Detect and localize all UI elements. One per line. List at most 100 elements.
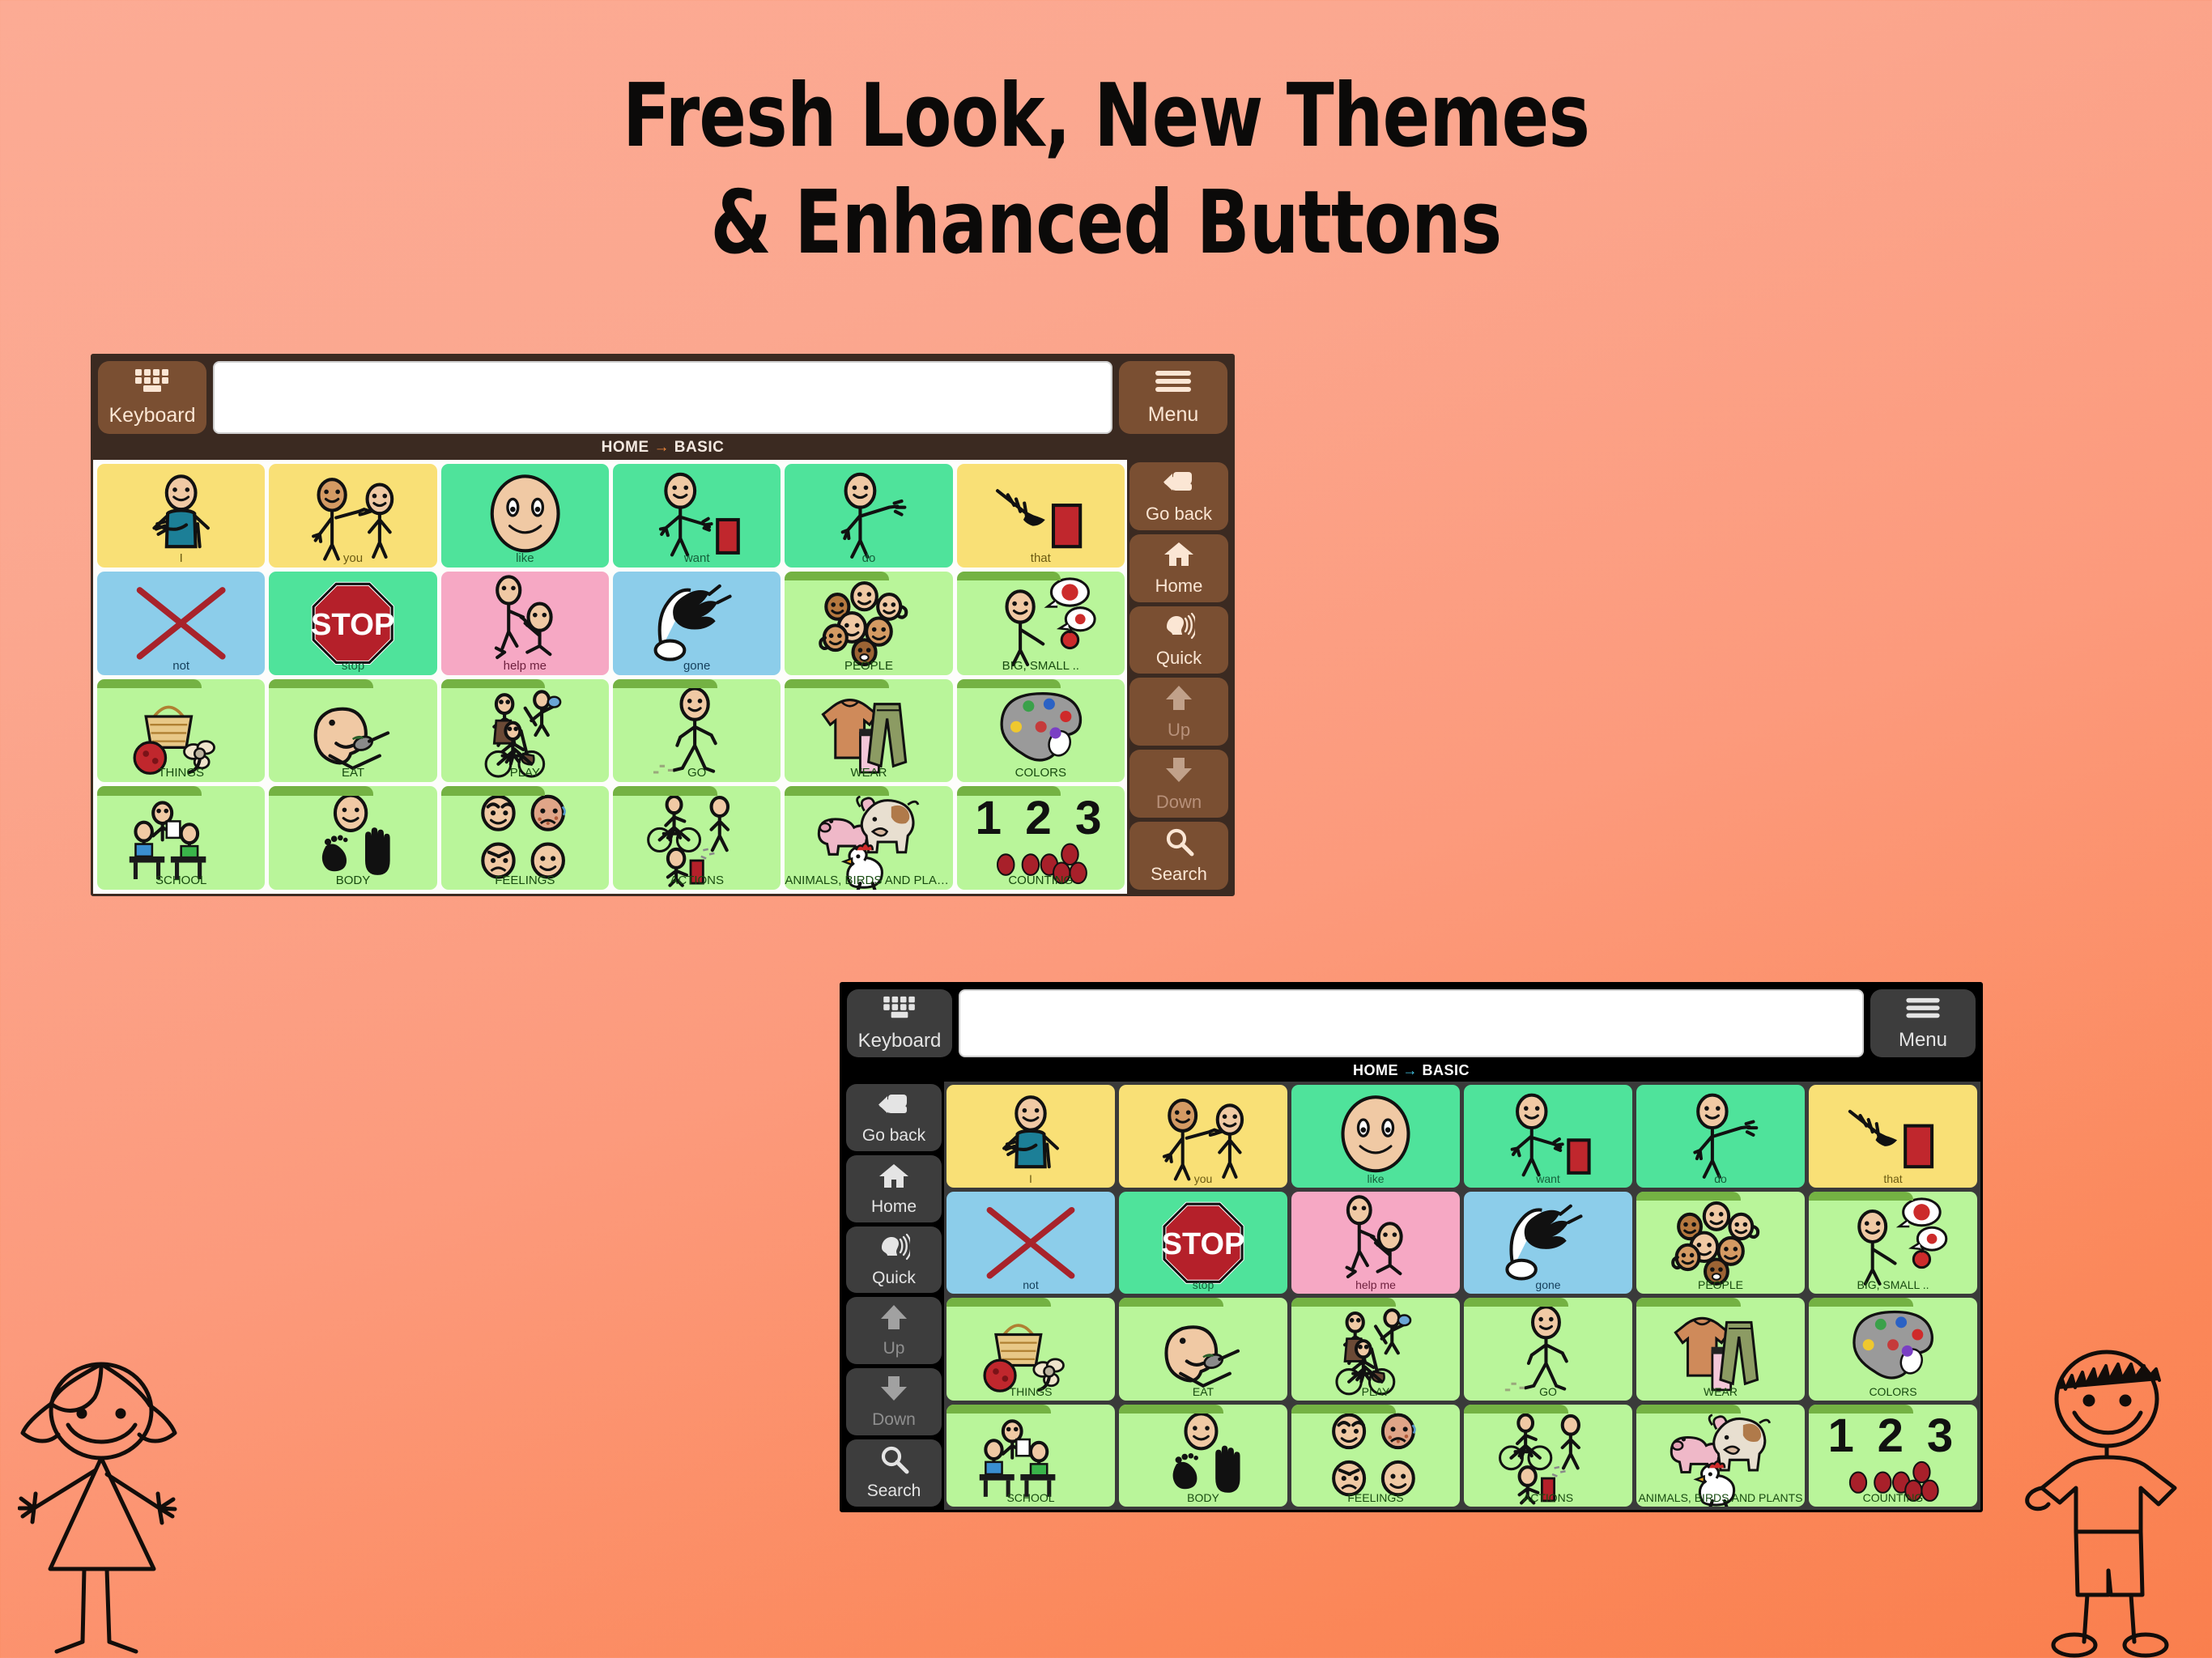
symbol-button[interactable]: that bbox=[956, 464, 1125, 568]
nav-button-home[interactable]: Home bbox=[1129, 534, 1228, 602]
symbol-button[interactable]: want bbox=[1464, 1085, 1632, 1188]
symbol-button-label: WEAR bbox=[1704, 1384, 1738, 1398]
nav-button-label: Home bbox=[1155, 576, 1203, 597]
symbol-button[interactable]: PEOPLE bbox=[785, 571, 953, 675]
breadcrumb-from: HOME bbox=[1352, 1062, 1398, 1078]
symbol-button[interactable]: COLORS bbox=[956, 678, 1125, 783]
symbol-button[interactable]: that bbox=[1809, 1085, 1977, 1188]
symbol-button[interactable]: ACTIONS bbox=[612, 786, 781, 890]
symbol-button[interactable]: PLAY bbox=[440, 678, 609, 783]
symbol-button[interactable]: STOP stop bbox=[269, 571, 437, 675]
symbol-button[interactable]: PEOPLE bbox=[1636, 1191, 1805, 1294]
symbol-button[interactable]: THINGS bbox=[97, 678, 266, 783]
symbol-button[interactable]: COLORS bbox=[1809, 1298, 1977, 1401]
symbol-button[interactable]: WEAR bbox=[1636, 1298, 1805, 1401]
symbol-button[interactable]: you bbox=[269, 464, 437, 568]
symbol-button[interactable]: not bbox=[946, 1191, 1115, 1294]
nav-button-label: Up bbox=[883, 1339, 905, 1358]
symbol-grid: Iyou like want do that not STOP stop help me gone… bbox=[93, 460, 1127, 894]
symbol-button[interactable]: 1 2 3 COUNTING bbox=[1809, 1404, 1977, 1507]
symbol-button[interactable]: do bbox=[1636, 1085, 1805, 1188]
symbol-button[interactable]: not bbox=[97, 571, 266, 675]
nav-button-quick[interactable]: Quick bbox=[1129, 606, 1228, 674]
symbol-button[interactable]: like bbox=[1291, 1085, 1460, 1188]
menu-button-label: Menu bbox=[1147, 403, 1199, 426]
nav-button-search[interactable]: Search bbox=[1129, 822, 1228, 890]
nav-button-quick[interactable]: Quick bbox=[846, 1226, 942, 1294]
symbol-button[interactable]: you bbox=[1119, 1085, 1287, 1188]
symbol-button[interactable]: help me bbox=[1291, 1191, 1460, 1294]
symbol-button-label: do bbox=[861, 551, 876, 565]
page-title-line2: & Enhanced Buttons bbox=[710, 172, 1503, 274]
nav-button-go-back[interactable]: Go back bbox=[1129, 462, 1228, 530]
symbol-button-label: help me bbox=[1355, 1278, 1396, 1291]
symbol-button-label: want bbox=[1536, 1171, 1560, 1185]
symbol-button-label: gone bbox=[1535, 1278, 1561, 1291]
nav-button-down[interactable]: Down bbox=[846, 1368, 942, 1436]
nav-button-up[interactable]: Up bbox=[1129, 678, 1228, 746]
symbol-button[interactable]: WEAR bbox=[785, 678, 953, 783]
symbol-button[interactable]: SCHOOL bbox=[946, 1404, 1115, 1507]
symbol-button-label: want bbox=[683, 551, 710, 565]
symbol-button-label: ACTIONS bbox=[1522, 1491, 1574, 1504]
symbol-button[interactable]: I bbox=[97, 464, 266, 568]
keyboard-button-label: Keyboard bbox=[857, 1029, 942, 1052]
symbol-button[interactable]: I bbox=[946, 1085, 1115, 1188]
symbol-button[interactable]: SCHOOL bbox=[97, 786, 266, 890]
nav-button-label: Search bbox=[866, 1482, 921, 1501]
breadcrumb-to: BASIC bbox=[674, 439, 725, 456]
symbol-button-label: ANIMALS, BIRDS AND PLANTS bbox=[1638, 1491, 1803, 1504]
message-bar[interactable] bbox=[213, 361, 1112, 434]
symbol-button[interactable]: BIG, SMALL .. bbox=[1809, 1191, 1977, 1294]
keyboard-icon bbox=[882, 995, 917, 1027]
symbol-button[interactable]: want bbox=[612, 464, 781, 568]
symbol-button[interactable]: STOP stop bbox=[1119, 1191, 1287, 1294]
symbol-button-label: that bbox=[1883, 1171, 1903, 1185]
menu-button[interactable]: Menu bbox=[1870, 989, 1976, 1057]
symbol-button[interactable]: BODY bbox=[1119, 1404, 1287, 1507]
menu-button[interactable]: Menu bbox=[1119, 361, 1227, 434]
nav-button-label: Down bbox=[872, 1410, 916, 1430]
symbol-button[interactable]: help me bbox=[440, 571, 609, 675]
symbol-button[interactable]: do bbox=[785, 464, 953, 568]
symbol-button-label: COLORS bbox=[1869, 1384, 1917, 1398]
symbol-button-label: PLAY bbox=[509, 766, 540, 780]
breadcrumb-arrow-icon: → bbox=[653, 439, 670, 456]
nav-button-up[interactable]: Up bbox=[846, 1297, 942, 1365]
symbol-button-label: EAT bbox=[1192, 1384, 1214, 1398]
symbol-button[interactable]: EAT bbox=[1119, 1298, 1287, 1401]
panel-topbar: Keyboard Menu bbox=[842, 984, 1980, 1059]
symbol-button[interactable]: FEELINGS bbox=[1291, 1404, 1460, 1507]
symbol-button-label: ANIMALS, BIRDS AND PLANTS bbox=[785, 874, 953, 887]
symbol-button[interactable]: like bbox=[440, 464, 609, 568]
symbol-button[interactable]: gone bbox=[1464, 1191, 1632, 1294]
symbol-button-label: ACTIONS bbox=[670, 874, 724, 887]
panel-topbar: Keyboard Menu bbox=[93, 356, 1232, 436]
message-bar[interactable] bbox=[959, 989, 1864, 1057]
symbol-button[interactable]: FEELINGS bbox=[440, 786, 609, 890]
keyboard-button[interactable]: Keyboard bbox=[847, 989, 952, 1057]
nav-button-label: Quick bbox=[1155, 648, 1202, 669]
symbol-button[interactable]: gone bbox=[612, 571, 781, 675]
go-back-icon bbox=[1163, 467, 1195, 501]
symbol-button[interactable]: PLAY bbox=[1291, 1298, 1460, 1401]
symbol-button[interactable]: GO bbox=[1464, 1298, 1632, 1401]
keyboard-button[interactable]: Keyboard bbox=[98, 361, 206, 434]
symbol-button[interactable]: EAT bbox=[269, 678, 437, 783]
nav-button-home[interactable]: Home bbox=[846, 1154, 942, 1222]
symbol-button-label: you bbox=[342, 551, 364, 565]
symbol-button[interactable]: GO bbox=[612, 678, 781, 783]
symbol-button[interactable]: 1 2 3 COUNTING bbox=[956, 786, 1125, 890]
symbol-button[interactable]: ANIMALS, BIRDS AND PLANTS bbox=[785, 786, 953, 890]
nav-button-go-back[interactable]: Go back bbox=[846, 1084, 942, 1151]
symbol-button[interactable]: THINGS bbox=[946, 1298, 1115, 1401]
symbol-button-label: WEAR bbox=[850, 766, 887, 780]
symbol-button[interactable]: BIG, SMALL .. bbox=[956, 571, 1125, 675]
nav-button-search[interactable]: Search bbox=[846, 1439, 942, 1507]
symbol-button[interactable]: ACTIONS bbox=[1464, 1404, 1632, 1507]
symbol-button[interactable]: BODY bbox=[269, 786, 437, 890]
symbol-button-label: SCHOOL bbox=[155, 874, 207, 887]
symbol-button[interactable]: ANIMALS, BIRDS AND PLANTS bbox=[1636, 1404, 1805, 1507]
nav-button-down[interactable]: Down bbox=[1129, 750, 1228, 818]
arrow-up-icon bbox=[1163, 683, 1195, 717]
